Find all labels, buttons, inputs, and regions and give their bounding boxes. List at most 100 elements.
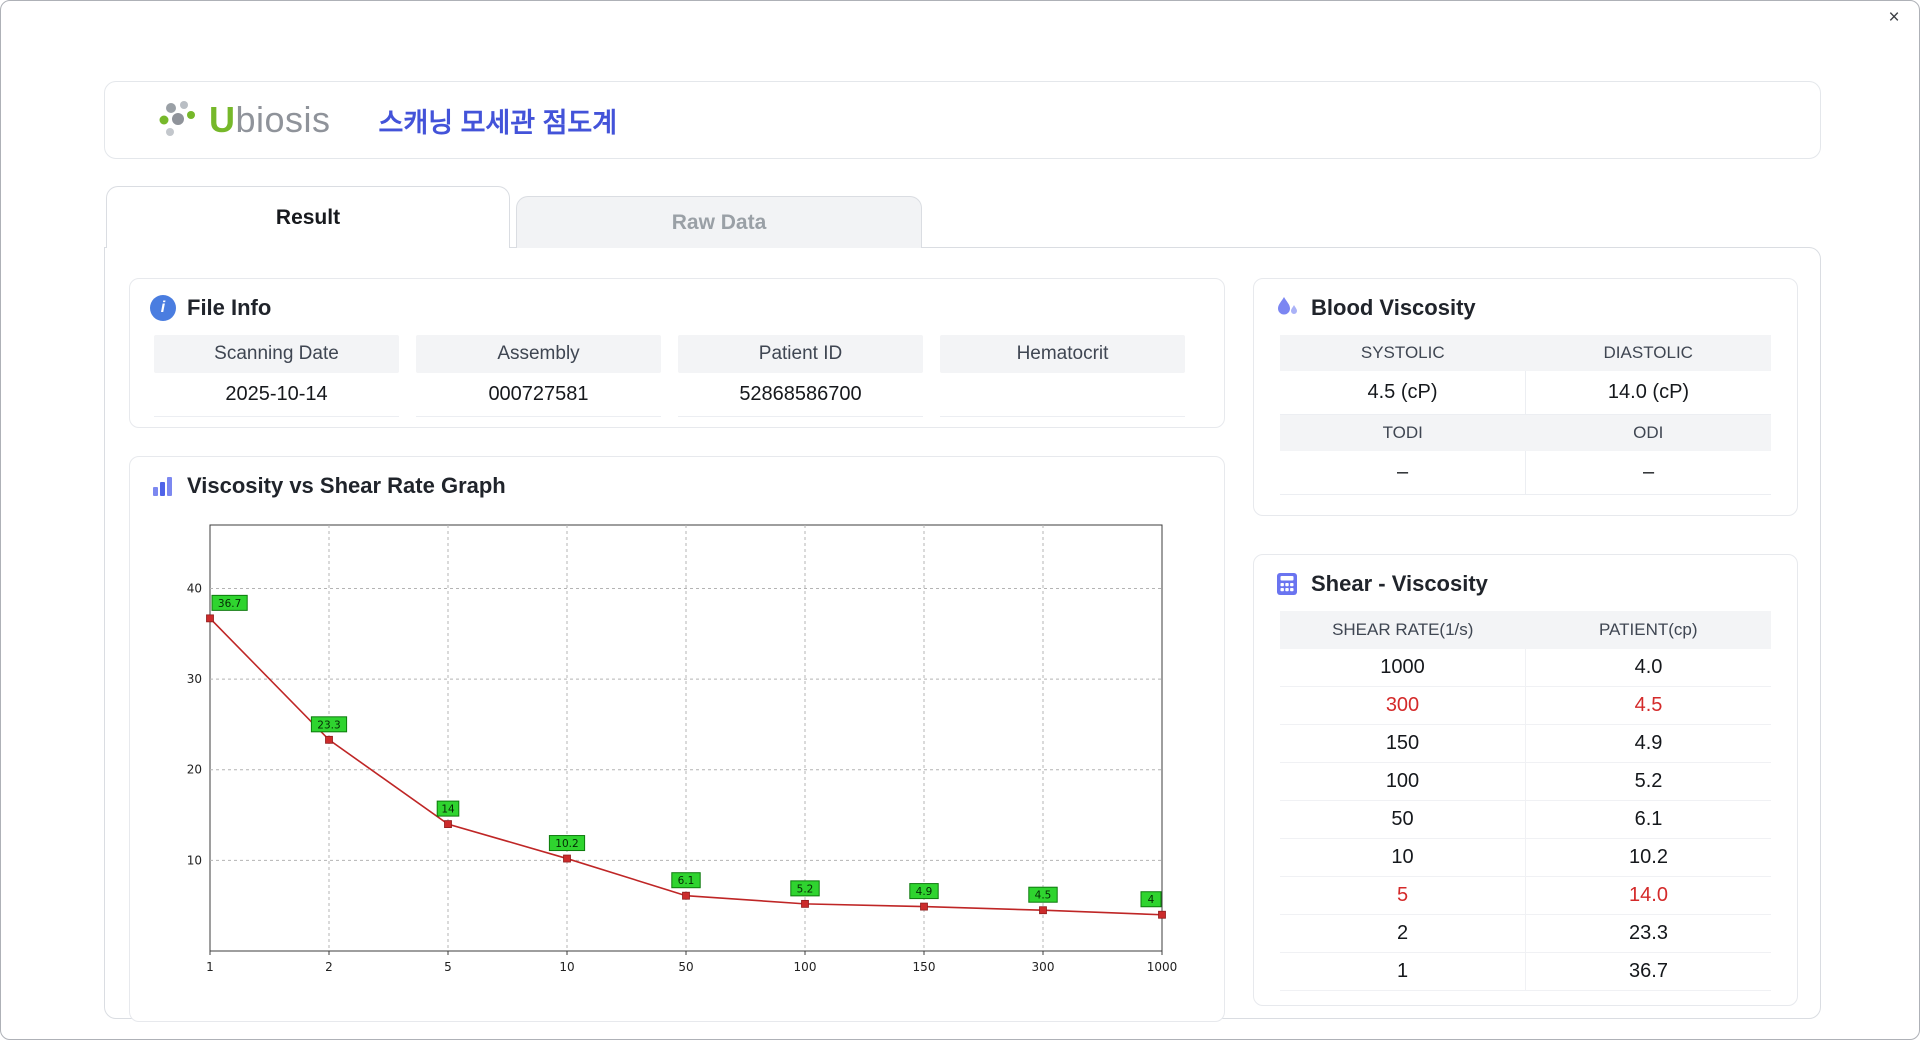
shear-viscosity-header: Shear - Viscosity	[1254, 555, 1797, 597]
svg-text:5: 5	[444, 960, 452, 974]
svg-text:6.1: 6.1	[678, 875, 695, 887]
file-info-header: i File Info	[130, 279, 1224, 321]
svg-text:10: 10	[559, 960, 574, 974]
shear-rate-cell: 300	[1385, 694, 1420, 716]
todi-label: TODI	[1382, 423, 1423, 442]
svg-text:4.5: 4.5	[1035, 890, 1052, 902]
app-header: U biosis 스캐닝 모세관 점도계	[104, 81, 1821, 159]
patient-viscosity-cell: 10.2	[1525, 839, 1771, 876]
app-window: { "window": { "close_glyph": "×" }, "ico…	[0, 0, 1920, 1040]
close-icon[interactable]: ×	[1881, 5, 1907, 31]
svg-text:50: 50	[678, 960, 693, 974]
logo-letter-u: U	[209, 99, 236, 140]
field-label: Hematocrit	[940, 335, 1185, 373]
svg-text:10.2: 10.2	[555, 838, 578, 850]
shear-table-body: 1000 4.0 300 4.5 150 4.9 100 5.2 50 6.1 10 10.2 5 14.…	[1280, 649, 1771, 991]
blood-viscosity-card: Blood Viscosity SYSTOLIC DIASTOLIC 4.5 (…	[1253, 278, 1798, 516]
bv-value-row: – –	[1280, 451, 1771, 495]
patient-viscosity-cell: 5.2	[1525, 763, 1771, 800]
svg-text:4: 4	[1148, 894, 1155, 906]
bv-value-row: 4.5 (cP) 14.0 (cP)	[1280, 371, 1771, 415]
viscosity-shear-rate-plot: 10 20 30 40 1 2 5 10 50 100 150 300 1000 36.7 23.3 14 10…	[187, 524, 1178, 974]
patient-viscosity-cell: 6.1	[1525, 801, 1771, 838]
shear-viscosity-table: SHEAR RATE(1/s) PATIENT(cp) 1000 4.0 300 4.…	[1254, 597, 1797, 991]
svg-text:1: 1	[206, 960, 214, 974]
shear-table-row: 50 6.1	[1280, 801, 1771, 839]
field-value: 52868586700	[678, 373, 923, 417]
systolic-value: 4.5 (cP)	[1367, 381, 1438, 403]
svg-text:300: 300	[1032, 960, 1055, 974]
odi-label: ODI	[1633, 423, 1664, 442]
field-label: Assembly	[416, 335, 661, 373]
shear-table-row: 150 4.9	[1280, 725, 1771, 763]
field-value	[940, 373, 1185, 417]
svg-text:30: 30	[187, 672, 202, 686]
file-info-fields: Scanning Date 2025-10-14 Assembly 000727…	[130, 321, 1224, 417]
shear-rate-cell: 50	[1391, 808, 1414, 830]
patient-viscosity-cell: 4.9	[1525, 725, 1771, 762]
svg-text:36.7: 36.7	[218, 598, 241, 610]
svg-text:5.2: 5.2	[797, 883, 814, 895]
shear-rate-column-header: SHEAR RATE(1/s)	[1332, 620, 1474, 639]
svg-text:10: 10	[187, 853, 202, 867]
svg-text:23.3: 23.3	[317, 719, 340, 731]
shear-table-row: 100 5.2	[1280, 763, 1771, 801]
diastolic-label: DIASTOLIC	[1603, 343, 1693, 362]
page-title: 스캐닝 모세관 점도계	[378, 107, 618, 138]
droplet-icon	[1278, 297, 1297, 315]
shear-rate-cell: 100	[1385, 770, 1420, 792]
blood-viscosity-table: SYSTOLIC DIASTOLIC 4.5 (cP) 14.0 (cP) TO…	[1254, 321, 1797, 495]
field-label: Patient ID	[678, 335, 923, 373]
calculator-icon	[1277, 573, 1297, 595]
bv-header-row: TODI ODI	[1280, 415, 1771, 451]
svg-text:1000: 1000	[1147, 960, 1178, 974]
shear-rate-cell: 1000	[1380, 656, 1425, 678]
file-info-field: Hematocrit	[940, 335, 1185, 417]
file-info-field: Scanning Date 2025-10-14	[154, 335, 399, 417]
file-info-title: File Info	[187, 295, 272, 320]
shear-rate-cell: 150	[1385, 732, 1420, 754]
app-logo: U biosis	[157, 99, 331, 141]
viscosity-chart: 10 20 30 40 1 2 5 10 50 100 150 300 1000 36.7 23.3 14 10…	[164, 515, 1184, 1007]
svg-text:150: 150	[913, 960, 936, 974]
svg-text:4.9: 4.9	[916, 886, 933, 898]
shear-table-row: 5 14.0	[1280, 877, 1771, 915]
graph-title: Viscosity vs Shear Rate Graph	[187, 473, 506, 498]
svg-text:40: 40	[187, 581, 202, 595]
svg-text:14: 14	[441, 804, 455, 816]
field-value: 2025-10-14	[154, 373, 399, 417]
patient-viscosity-cell: 4.5	[1525, 687, 1771, 724]
systolic-label: SYSTOLIC	[1360, 343, 1445, 362]
tab-result[interactable]: Result	[106, 186, 510, 248]
shear-rate-cell: 10	[1391, 846, 1414, 868]
shear-rate-cell: 1	[1396, 960, 1409, 982]
blood-viscosity-header: Blood Viscosity	[1254, 279, 1797, 321]
logo-letters-rest: biosis	[235, 99, 331, 140]
shear-viscosity-card: Shear - Viscosity SHEAR RATE(1/s) PATIEN…	[1253, 554, 1798, 1006]
shear-table-row: 1 36.7	[1280, 953, 1771, 991]
viscosity-graph-card: Viscosity vs Shear Rate Graph 10 20 30 40 1 2…	[129, 456, 1225, 1022]
svg-text:2: 2	[325, 960, 333, 974]
patient-viscosity-cell: 4.0	[1525, 649, 1771, 686]
patient-viscosity-cell: 14.0	[1525, 877, 1771, 914]
shear-rate-cell: 5	[1396, 884, 1409, 906]
logo-text: U biosis	[209, 99, 331, 141]
field-label: Scanning Date	[154, 335, 399, 373]
field-value: 000727581	[416, 373, 661, 417]
odi-value: –	[1525, 451, 1771, 494]
bar-chart-icon	[153, 477, 172, 496]
todi-value: –	[1396, 461, 1409, 483]
shear-viscosity-title: Shear - Viscosity	[1311, 571, 1488, 596]
svg-text:100: 100	[794, 960, 817, 974]
file-info-field: Patient ID 52868586700	[678, 335, 923, 417]
patient-viscosity-cell: 23.3	[1525, 915, 1771, 952]
info-icon: i	[150, 295, 176, 321]
patient-viscosity-cell: 36.7	[1525, 953, 1771, 990]
blood-viscosity-title: Blood Viscosity	[1311, 295, 1476, 320]
shear-table-header: SHEAR RATE(1/s) PATIENT(cp)	[1280, 611, 1771, 649]
file-info-field: Assembly 000727581	[416, 335, 661, 417]
shear-table-row: 300 4.5	[1280, 687, 1771, 725]
diastolic-value: 14.0 (cP)	[1525, 371, 1771, 414]
tab-raw-data[interactable]: Raw Data	[516, 196, 922, 248]
file-info-card: i File Info Scanning Date 2025-10-14 Ass…	[129, 278, 1225, 428]
